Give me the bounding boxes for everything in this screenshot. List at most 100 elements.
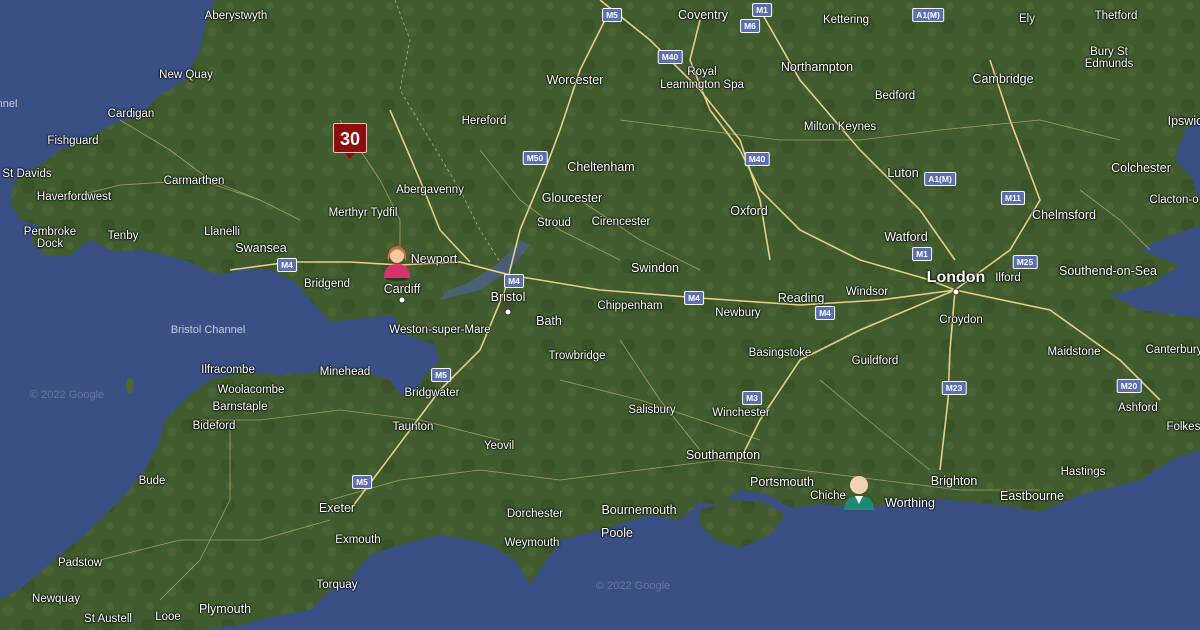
place-label: Taunton xyxy=(392,421,434,433)
place-label: Padstow xyxy=(57,557,103,569)
place-label: Tenby xyxy=(107,230,139,242)
place-label: Llanelli xyxy=(204,226,240,238)
place-label: Chiche xyxy=(810,490,846,502)
female-user-marker[interactable] xyxy=(381,240,413,287)
place-label: Ashford xyxy=(1118,402,1158,414)
place-label: Ilford xyxy=(995,272,1021,284)
place-label: Coventry xyxy=(677,8,729,22)
place-label: Cirencester xyxy=(591,216,651,228)
road-shield: M40 xyxy=(744,152,770,166)
place-label: Kettering xyxy=(822,14,870,26)
place-label: Swindon xyxy=(631,261,679,275)
road-shield: M4 xyxy=(815,306,835,320)
place-label: Stroud xyxy=(537,217,571,229)
place-label: Bude xyxy=(138,475,166,487)
place-label: Eastbourne xyxy=(1000,489,1064,503)
road-shield: A1(M) xyxy=(912,8,944,22)
place-label: Gloucester xyxy=(541,191,603,205)
place-label: Worthing xyxy=(885,496,935,510)
place-label: Carmarthen xyxy=(163,175,225,187)
road-shield: M23 xyxy=(941,381,967,395)
place-label: Hereford xyxy=(461,115,507,127)
place-label: Bristol xyxy=(490,290,526,304)
road-shield: M4 xyxy=(277,258,297,272)
place-label: Maidstone xyxy=(1047,346,1101,358)
place-label: Dorchester xyxy=(506,508,564,520)
place-label: Aberystwyth xyxy=(204,10,268,22)
place-label: Folkest xyxy=(1166,421,1200,433)
road-shield: M4 xyxy=(684,291,704,305)
place-label: Hastings xyxy=(1060,466,1106,478)
place-label: Colchester xyxy=(1111,161,1171,175)
place-label: Cheltenham xyxy=(567,160,635,174)
city-dot-cardiff xyxy=(398,296,406,304)
sea-label-bristol-channel: Bristol Channel xyxy=(170,324,246,336)
female-person-icon xyxy=(384,246,410,281)
place-label: Worcester xyxy=(546,73,604,87)
place-label: Ely xyxy=(1019,13,1035,25)
place-label: Thetford xyxy=(1094,10,1138,22)
cluster-marker[interactable]: 30 xyxy=(333,123,367,159)
place-label: Fishguard xyxy=(47,135,99,147)
place-label: nnel xyxy=(0,98,18,110)
road-shield: M1 xyxy=(912,247,932,261)
place-label: Salisbury xyxy=(628,404,676,416)
place-label: Milton Keynes xyxy=(803,121,877,133)
place-label: Basingstoke xyxy=(748,347,812,359)
road-shield: M50 xyxy=(522,151,548,165)
road-shield: A1(M) xyxy=(924,172,956,186)
place-label: New Quay xyxy=(159,69,213,81)
place-label: Windsor xyxy=(845,286,889,298)
place-label: Guildford xyxy=(851,355,899,367)
place-label: Cambridge xyxy=(972,72,1034,86)
road-shield: M11 xyxy=(1000,191,1026,205)
place-label: Royal Leamington Spa xyxy=(660,66,744,91)
place-label: Southampton xyxy=(685,448,761,462)
road-shield: M5 xyxy=(352,475,372,489)
place-label: Bideford xyxy=(192,420,236,432)
place-label: Plymouth xyxy=(198,602,252,616)
lundy-island xyxy=(126,378,134,394)
place-label: Weymouth xyxy=(504,537,560,549)
place-label: Newbury xyxy=(715,307,761,319)
city-dot-london xyxy=(952,288,960,296)
place-label: Northampton xyxy=(780,60,854,74)
place-label: Cardigan xyxy=(107,108,155,120)
place-label: Portsmouth xyxy=(750,475,814,489)
male-user-marker[interactable] xyxy=(842,472,876,517)
place-label: Croydon xyxy=(939,314,983,326)
google-watermark: © 2022 Google xyxy=(596,580,671,592)
place-label: Barnstaple xyxy=(212,401,268,413)
place-label: Abergavenny xyxy=(396,184,464,196)
place-label: St Davids xyxy=(2,168,52,180)
place-label: Swansea xyxy=(235,241,287,255)
place-label: Bridgend xyxy=(303,278,351,290)
road-shield: M3 xyxy=(742,391,762,405)
place-label: Brighton xyxy=(930,474,978,488)
place-label: Exmouth xyxy=(335,534,381,546)
road-shield: M6 xyxy=(740,19,760,33)
place-label: Ilfracombe xyxy=(201,364,255,376)
place-label: Newquay xyxy=(32,593,80,605)
road-shield: M5 xyxy=(431,368,451,382)
place-label: Ipswic xyxy=(1167,114,1200,128)
city-dot-bristol xyxy=(504,308,512,316)
place-label: Bury St Edmunds xyxy=(1084,46,1134,70)
place-label: Trowbridge xyxy=(548,350,606,362)
place-label: Bridgwater xyxy=(404,387,460,399)
place-label: Merthyr Tydfil xyxy=(328,207,398,219)
capital-label-london: London xyxy=(926,269,986,286)
place-label: Luton xyxy=(887,166,919,180)
place-label: Newport xyxy=(410,252,458,266)
place-label: Woolacombe xyxy=(217,384,285,396)
place-label: Exeter xyxy=(318,501,356,515)
place-label: Clacton-o xyxy=(1149,194,1199,206)
road-shield: M5 xyxy=(602,8,622,22)
place-label: Yeovil xyxy=(483,440,515,452)
map-view[interactable]: © 2022 Google © 2022 Google Bristol Chan… xyxy=(0,0,1200,630)
place-label: Canterbury xyxy=(1145,344,1200,356)
map-base xyxy=(0,0,1200,630)
road-shield: M40 xyxy=(657,50,683,64)
road-shield: M4 xyxy=(504,274,524,288)
place-label: Torquay xyxy=(316,579,358,591)
